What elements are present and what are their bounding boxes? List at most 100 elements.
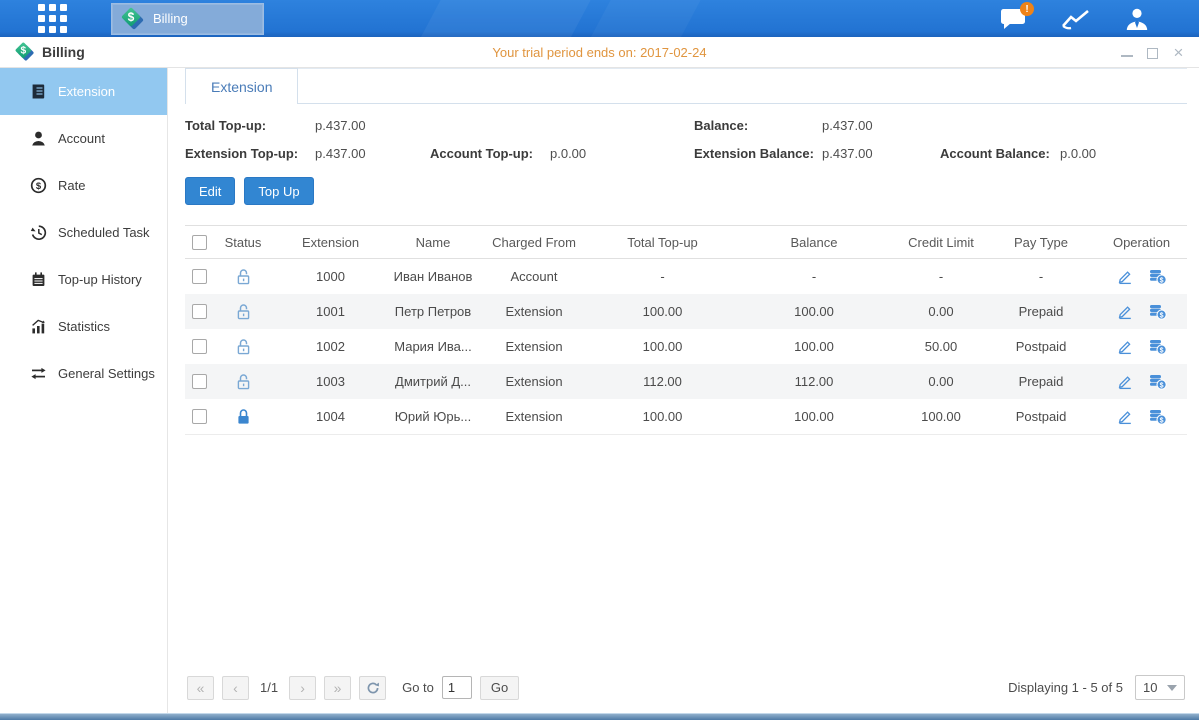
- col-operation: Operation: [1093, 235, 1190, 250]
- extension-balance-label: Extension Balance:: [694, 146, 822, 161]
- sidebar-item-extension[interactable]: Extension: [0, 68, 167, 115]
- sidebar-item-label: General Settings: [58, 366, 155, 381]
- cell-total-topup: 100.00: [590, 409, 735, 424]
- tab-extension[interactable]: Extension: [185, 68, 298, 104]
- table-header: Status Extension Name Charged From Total…: [185, 225, 1187, 259]
- sidebar-item-scheduled-task[interactable]: Scheduled Task: [0, 209, 167, 256]
- sidebar-item-topup-history[interactable]: Top-up History: [0, 256, 167, 303]
- top-up-row-icon[interactable]: $: [1148, 408, 1167, 425]
- last-page-button[interactable]: »: [324, 676, 351, 700]
- cell-credit-limit: 0.00: [893, 304, 989, 319]
- cell-extension: 1001: [273, 304, 388, 319]
- cell-pay-type: Prepaid: [989, 304, 1093, 319]
- bottom-frame-strip: [0, 714, 1199, 720]
- taskbar: $ Billing !: [0, 0, 1199, 37]
- col-pay-type: Pay Type: [989, 235, 1093, 250]
- extension-balance-value: p.437.00: [822, 146, 940, 161]
- sidebar-item-label: Top-up History: [58, 272, 142, 287]
- cell-total-topup: 100.00: [590, 304, 735, 319]
- app-launcher-grid-icon[interactable]: [38, 4, 67, 33]
- cell-name: Дмитрий Д...: [388, 374, 478, 389]
- page-size-dropdown[interactable]: 10: [1135, 675, 1185, 700]
- sidebar-item-general-settings[interactable]: General Settings: [0, 350, 167, 397]
- prev-page-button[interactable]: ‹: [222, 676, 249, 700]
- cell-balance: 112.00: [735, 374, 893, 389]
- table-row: 1001 Петр Петров Extension 100.00 100.00…: [185, 294, 1187, 329]
- dollar-circle-icon: $: [30, 177, 47, 194]
- taskbar-billing-button[interactable]: $ Billing: [111, 3, 264, 35]
- balance-label: Balance:: [694, 118, 822, 133]
- goto-page-input[interactable]: [442, 676, 472, 699]
- messages-icon[interactable]: !: [1000, 7, 1027, 30]
- billing-app-icon: $: [122, 8, 144, 30]
- row-checkbox[interactable]: [192, 304, 207, 319]
- col-balance: Balance: [735, 235, 893, 250]
- screen: $ Billing !: [0, 0, 1199, 720]
- taskbar-app-label: Billing: [153, 11, 188, 26]
- edit-row-icon[interactable]: [1117, 304, 1133, 320]
- cell-name: Мария Ива...: [388, 339, 478, 354]
- col-charged-from: Charged From: [478, 235, 590, 250]
- edit-row-icon[interactable]: [1117, 374, 1133, 390]
- top-up-row-icon[interactable]: $: [1148, 373, 1167, 390]
- top-up-row-icon[interactable]: $: [1148, 338, 1167, 355]
- maximize-button[interactable]: [1146, 46, 1159, 59]
- cell-pay-type: Postpaid: [989, 339, 1093, 354]
- arrows-icon: [30, 365, 47, 382]
- edit-row-icon[interactable]: [1117, 269, 1133, 285]
- first-page-button[interactable]: «: [187, 676, 214, 700]
- cell-balance: -: [735, 269, 893, 284]
- next-page-button[interactable]: ›: [289, 676, 316, 700]
- top-up-row-icon[interactable]: $: [1148, 268, 1167, 285]
- extension-topup-label: Extension Top-up:: [185, 146, 315, 161]
- chart-icon[interactable]: [1061, 8, 1091, 30]
- sidebar-item-label: Statistics: [58, 319, 110, 334]
- cell-credit-limit: -: [893, 269, 989, 284]
- col-status: Status: [213, 235, 273, 250]
- top-up-row-icon[interactable]: $: [1148, 303, 1167, 320]
- cell-pay-type: Postpaid: [989, 409, 1093, 424]
- account-topup-value: p.0.00: [550, 146, 694, 161]
- ledger-icon: [30, 83, 47, 100]
- cell-pay-type: -: [989, 269, 1093, 284]
- edit-row-icon[interactable]: [1117, 409, 1133, 425]
- row-checkbox[interactable]: [192, 409, 207, 424]
- sidebar-item-label: Scheduled Task: [58, 225, 150, 240]
- select-all-checkbox[interactable]: [192, 235, 207, 250]
- sidebar-item-rate[interactable]: $ Rate: [0, 162, 167, 209]
- edit-button[interactable]: Edit: [185, 177, 235, 205]
- refresh-button[interactable]: [359, 676, 386, 700]
- status-lock-icon: [213, 373, 273, 391]
- top-up-button[interactable]: Top Up: [244, 177, 313, 205]
- svg-text:$: $: [1159, 277, 1163, 284]
- cell-extension: 1002: [273, 339, 388, 354]
- account-balance-label: Account Balance:: [940, 146, 1060, 161]
- account-balance-value: p.0.00: [1060, 146, 1187, 161]
- displaying-text: Displaying 1 - 5 of 5: [1008, 680, 1123, 695]
- status-lock-icon: [213, 268, 273, 286]
- svg-text:$: $: [1159, 382, 1163, 389]
- close-button[interactable]: ×: [1172, 46, 1185, 59]
- table-row: 1004 Юрий Юрь... Extension 100.00 100.00…: [185, 399, 1187, 434]
- sidebar-item-account[interactable]: Account: [0, 115, 167, 162]
- cell-credit-limit: 100.00: [893, 409, 989, 424]
- user-icon[interactable]: [1125, 7, 1149, 31]
- minimize-button[interactable]: [1120, 46, 1133, 59]
- cell-charged-from: Extension: [478, 409, 590, 424]
- main-content: Extension Total Top-up: p.437.00 Balance…: [168, 68, 1199, 713]
- refresh-icon: [366, 681, 380, 695]
- sidebar-item-statistics[interactable]: Statistics: [0, 303, 167, 350]
- row-checkbox[interactable]: [192, 374, 207, 389]
- bar-chart-icon: [30, 318, 47, 335]
- cell-total-topup: 100.00: [590, 339, 735, 354]
- cell-name: Юрий Юрь...: [388, 409, 478, 424]
- go-button[interactable]: Go: [480, 676, 519, 700]
- balance-summary: Total Top-up: p.437.00 Balance: p.437.00…: [185, 118, 1187, 161]
- pagination-bar: « ‹ 1/1 › » Go to Go Displa: [185, 665, 1187, 713]
- row-checkbox[interactable]: [192, 269, 207, 284]
- edit-row-icon[interactable]: [1117, 339, 1133, 355]
- row-checkbox[interactable]: [192, 339, 207, 354]
- cell-charged-from: Account: [478, 269, 590, 284]
- col-credit-limit: Credit Limit: [893, 235, 989, 250]
- total-topup-label: Total Top-up:: [185, 118, 315, 133]
